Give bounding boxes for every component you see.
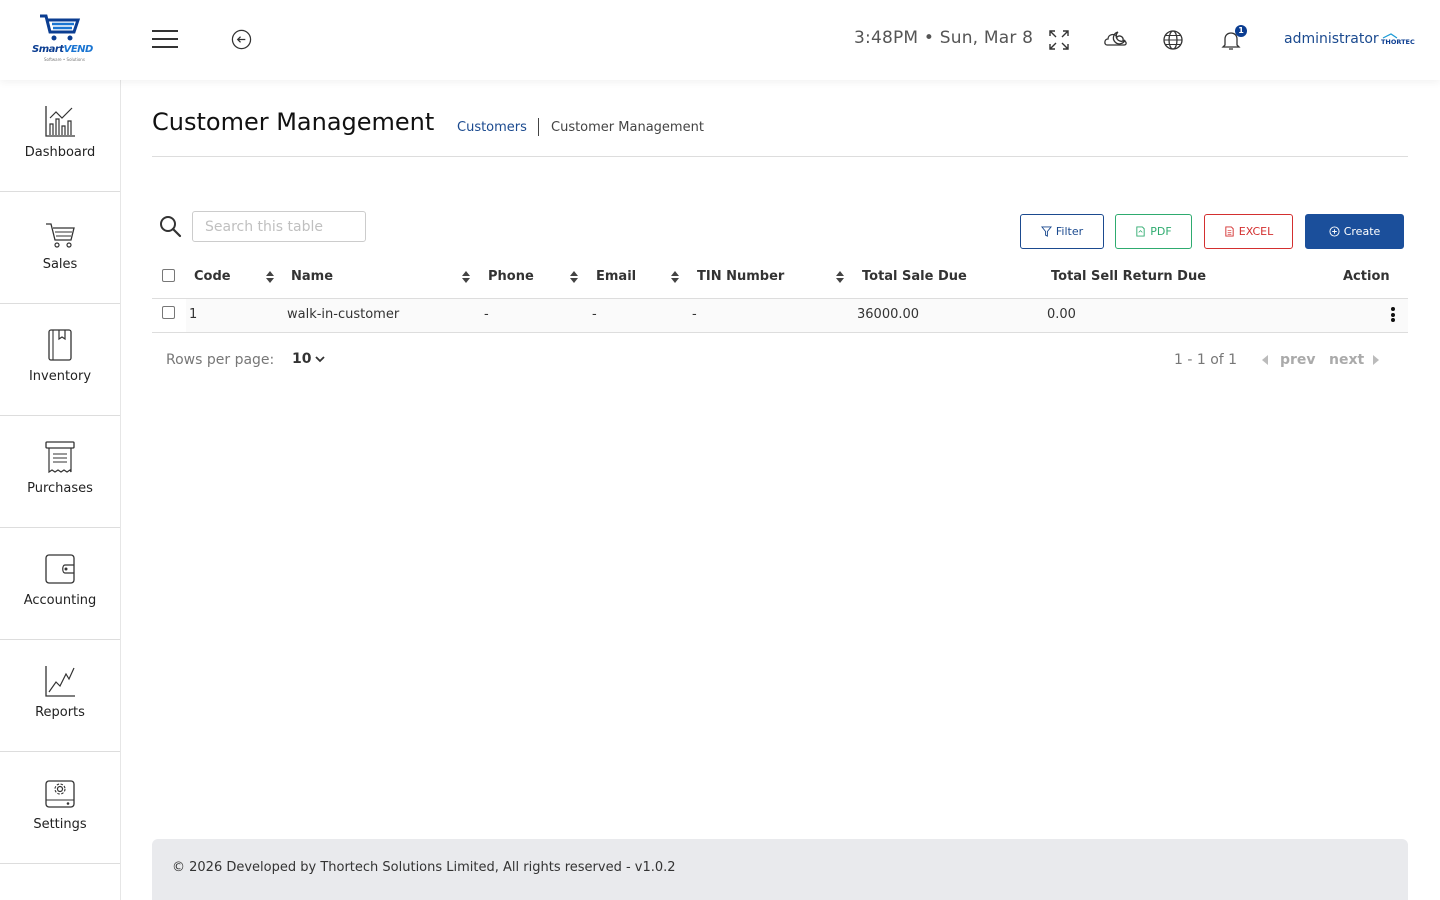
rows-per-page-select[interactable]: 10 — [292, 351, 311, 367]
book-icon — [48, 329, 72, 361]
top-header: SmartVEND Software • Solutions 3:48PM • … — [0, 0, 1440, 80]
search-input[interactable] — [192, 211, 366, 242]
cell-email: - — [592, 307, 597, 322]
create-button[interactable]: Create — [1305, 214, 1404, 249]
sort-icon[interactable] — [461, 270, 471, 284]
prev-arrow-icon[interactable] — [1262, 355, 1268, 365]
row-checkbox[interactable] — [162, 306, 175, 319]
column-header-phone[interactable]: Phone — [488, 269, 534, 284]
sidebar-item-purchases[interactable]: Purchases — [0, 416, 120, 528]
menu-icon[interactable] — [152, 30, 178, 50]
column-header-name[interactable]: Name — [291, 269, 333, 284]
cell-name: walk-in-customer — [287, 307, 400, 322]
divider — [152, 332, 1408, 333]
column-header-code[interactable]: Code — [194, 269, 231, 284]
gear-drive-icon — [45, 780, 75, 808]
select-all-checkbox[interactable] — [162, 269, 175, 282]
logo-tagline: Software • Solutions — [44, 57, 85, 62]
sidebar-item-sales[interactable]: Sales — [0, 192, 120, 304]
sidebar-item-label: Reports — [35, 705, 85, 720]
pagination-range: 1 - 1 of 1 — [1174, 352, 1238, 368]
filter-button[interactable]: Filter — [1020, 214, 1104, 249]
cart-logo-icon — [40, 14, 81, 41]
plus-circle-icon — [1329, 226, 1340, 237]
sidebar-item-label: Sales — [42, 257, 78, 272]
back-icon[interactable] — [231, 29, 252, 50]
column-header-email[interactable]: Email — [596, 269, 636, 284]
clock-display: 3:48PM • Sun, Mar 8 — [854, 28, 1034, 48]
cell-total-sell-return-due: 0.00 — [1047, 307, 1076, 322]
sidebar-item-settings[interactable]: Settings — [0, 752, 120, 864]
cell-total-sale-due: 36000.00 — [857, 307, 920, 322]
pdf-export-button[interactable]: PDF — [1115, 214, 1192, 249]
page-title: Customer Management — [152, 108, 435, 136]
globe-icon[interactable] — [1161, 28, 1185, 52]
cell-phone: - — [484, 307, 489, 322]
sidebar-item-accounting[interactable]: Accounting — [0, 528, 120, 640]
excel-export-button[interactable]: EXCEL — [1204, 214, 1293, 249]
sidebar-item-label: Settings — [33, 817, 87, 832]
cart-icon — [46, 223, 75, 248]
prev-page-button[interactable]: prev — [1280, 352, 1316, 368]
cell-tin: - — [692, 307, 697, 322]
chevron-down-icon[interactable] — [314, 354, 326, 364]
theme-icon[interactable] — [1103, 28, 1129, 52]
filter-button-label: Filter — [1055, 225, 1084, 238]
line-chart-icon — [45, 666, 75, 697]
notification-badge: 1 — [1235, 25, 1247, 37]
excel-button-label: EXCEL — [1238, 225, 1274, 238]
filter-icon — [1040, 226, 1052, 237]
sidebar-item-label: Accounting — [23, 593, 97, 608]
logo-wordmark: SmartVEND — [32, 44, 93, 55]
next-arrow-icon[interactable] — [1373, 355, 1379, 365]
column-header-tin[interactable]: TIN Number — [697, 269, 784, 284]
pdf-file-icon — [1136, 226, 1145, 237]
sort-icon[interactable] — [670, 270, 680, 284]
sort-icon[interactable] — [569, 270, 579, 284]
receipt-icon — [45, 441, 75, 474]
breadcrumb-separator — [538, 118, 539, 136]
rows-per-page-label: Rows per page: — [166, 352, 275, 368]
app-logo[interactable]: SmartVEND Software • Solutions — [30, 14, 93, 66]
search-icon — [160, 216, 182, 238]
footer: © 2026 Developed by Thortech Solutions L… — [152, 839, 1408, 900]
sidebar-item-label: Dashboard — [24, 145, 96, 160]
fullscreen-icon[interactable] — [1047, 28, 1071, 52]
create-button-label: Create — [1343, 225, 1381, 238]
cell-code: 1 — [189, 307, 198, 322]
breadcrumb-customers-link[interactable]: Customers — [457, 120, 527, 135]
column-header-total-sale-due: Total Sale Due — [862, 269, 967, 284]
sidebar-item-dashboard[interactable]: Dashboard — [0, 80, 120, 192]
bar-chart-icon — [45, 106, 75, 137]
sidebar-item-reports[interactable]: Reports — [0, 640, 120, 752]
divider — [152, 156, 1408, 157]
column-header-action: Action — [1343, 269, 1390, 284]
next-page-button[interactable]: next — [1329, 352, 1364, 368]
column-header-total-sell-return-due: Total Sell Return Due — [1051, 269, 1207, 284]
pdf-button-label: PDF — [1150, 225, 1172, 238]
sort-icon[interactable] — [265, 270, 275, 284]
partner-logo: THORTECH — [1381, 33, 1415, 46]
svg-text:THORTECH: THORTECH — [1381, 38, 1415, 46]
excel-file-icon — [1225, 226, 1234, 237]
sidebar: Dashboard Sales Inventory Purchases Acco… — [0, 80, 121, 900]
sidebar-item-inventory[interactable]: Inventory — [0, 304, 120, 416]
sidebar-item-label: Inventory — [28, 369, 92, 384]
user-name[interactable]: administrator — [1284, 31, 1379, 47]
breadcrumb-current: Customer Management — [551, 120, 704, 135]
footer-text: © 2026 Developed by Thortech Solutions L… — [172, 860, 676, 875]
sidebar-item-label: Purchases — [27, 481, 93, 496]
row-actions-kebab-icon[interactable] — [1389, 307, 1397, 325]
wallet-icon — [45, 554, 75, 584]
sort-icon[interactable] — [835, 270, 845, 284]
